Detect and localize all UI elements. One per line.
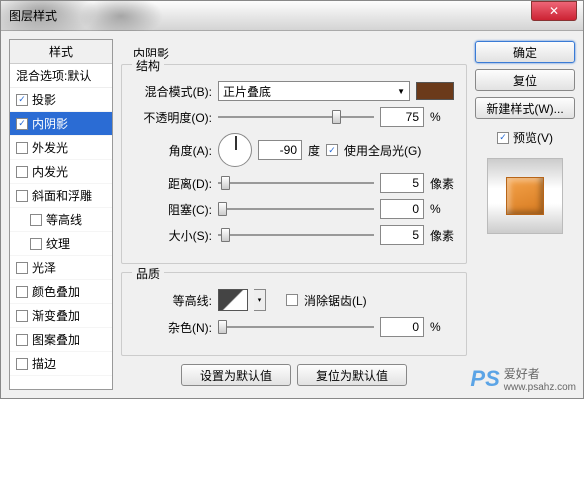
styles-header[interactable]: 样式 [10, 40, 112, 64]
distance-input[interactable] [380, 173, 424, 193]
structure-group: 结构 混合模式(B): 正片叠底 不透明度(O): % 角度(A): 度 [121, 64, 467, 264]
preview-cube-icon [506, 177, 544, 215]
opacity-slider[interactable] [218, 109, 374, 125]
style-item-8[interactable]: 颜色叠加 [10, 280, 112, 304]
style-label: 内阴影 [32, 115, 68, 132]
choke-slider[interactable] [218, 201, 374, 217]
window-title: 图层样式 [9, 7, 57, 24]
style-label: 内发光 [32, 163, 68, 180]
shadow-color-swatch[interactable] [416, 82, 454, 100]
style-checkbox[interactable]: ✓ [16, 118, 28, 130]
opacity-label: 不透明度(O): [134, 109, 212, 126]
style-checkbox[interactable] [16, 166, 28, 178]
choke-input[interactable] [380, 199, 424, 219]
style-item-3[interactable]: 内发光 [10, 160, 112, 184]
style-label: 斜面和浮雕 [32, 187, 92, 204]
quality-legend: 品质 [132, 265, 164, 282]
style-label: 颜色叠加 [32, 283, 80, 300]
antialias-checkbox[interactable] [286, 294, 298, 306]
style-checkbox[interactable] [30, 238, 42, 250]
preview-label: 预览(V) [513, 129, 553, 146]
style-checkbox[interactable] [16, 358, 28, 370]
style-label: 图案叠加 [32, 331, 80, 348]
preview-thumbnail [487, 158, 563, 234]
antialias-label: 消除锯齿(L) [304, 292, 367, 309]
preview-checkbox[interactable]: ✓ [497, 132, 509, 144]
style-checkbox[interactable] [16, 310, 28, 322]
style-checkbox[interactable] [16, 334, 28, 346]
style-item-4[interactable]: 斜面和浮雕 [10, 184, 112, 208]
noise-label: 杂色(N): [134, 319, 212, 336]
style-checkbox[interactable] [16, 142, 28, 154]
action-panel: 确定 复位 新建样式(W)... ✓ 预览(V) [475, 39, 575, 390]
panel-title: 内阴影 [133, 45, 467, 62]
choke-unit: % [430, 202, 454, 216]
size-label: 大小(S): [134, 227, 212, 244]
style-label: 投影 [32, 91, 56, 108]
style-checkbox[interactable] [16, 262, 28, 274]
contour-picker[interactable] [218, 289, 248, 311]
set-default-button[interactable]: 设置为默认值 [181, 364, 291, 386]
layer-style-dialog: 图层样式 ✕ 样式 混合选项:默认 ✓ 投影 ✓ 内阴影外发光内发光斜面和浮雕等高线纹… [0, 0, 584, 399]
watermark: PS 爱好者 www.psahz.com [470, 365, 576, 393]
contour-dropdown-icon[interactable]: ▾ [254, 289, 266, 311]
style-item-9[interactable]: 渐变叠加 [10, 304, 112, 328]
contour-label: 等高线: [134, 292, 212, 309]
styles-list: 样式 混合选项:默认 ✓ 投影 ✓ 内阴影外发光内发光斜面和浮雕等高线纹理光泽颜色叠加… [9, 39, 113, 390]
style-label: 外发光 [32, 139, 68, 156]
style-item-7[interactable]: 光泽 [10, 256, 112, 280]
angle-wheel[interactable] [218, 133, 252, 167]
style-checkbox[interactable]: ✓ [16, 94, 28, 106]
distance-slider[interactable] [218, 175, 374, 191]
close-icon: ✕ [549, 4, 559, 18]
style-checkbox[interactable] [16, 190, 28, 202]
noise-input[interactable] [380, 317, 424, 337]
angle-label: 角度(A): [134, 142, 212, 159]
blend-mode-select[interactable]: 正片叠底 [218, 81, 410, 101]
style-item-5[interactable]: 等高线 [10, 208, 112, 232]
noise-slider[interactable] [218, 319, 374, 335]
global-light-checkbox[interactable]: ✓ [326, 144, 338, 156]
size-input[interactable] [380, 225, 424, 245]
watermark-url: www.psahz.com [504, 382, 576, 393]
dialog-body: 样式 混合选项:默认 ✓ 投影 ✓ 内阴影外发光内发光斜面和浮雕等高线纹理光泽颜色叠加… [1, 31, 583, 398]
style-label: 渐变叠加 [32, 307, 80, 324]
style-item-1[interactable]: ✓ 内阴影 [10, 112, 112, 136]
titlebar[interactable]: 图层样式 ✕ [1, 1, 583, 31]
noise-unit: % [430, 320, 454, 334]
new-style-button[interactable]: 新建样式(W)... [475, 97, 575, 119]
size-slider[interactable] [218, 227, 374, 243]
watermark-text: 爱好者 [504, 365, 576, 382]
style-item-10[interactable]: 图案叠加 [10, 328, 112, 352]
ok-button[interactable]: 确定 [475, 41, 575, 63]
style-item-6[interactable]: 纹理 [10, 232, 112, 256]
quality-group: 品质 等高线: ▾ 消除锯齿(L) 杂色(N): % [121, 272, 467, 356]
reset-default-button[interactable]: 复位为默认值 [297, 364, 407, 386]
distance-unit: 像素 [430, 175, 454, 192]
cancel-button[interactable]: 复位 [475, 69, 575, 91]
close-button[interactable]: ✕ [531, 1, 577, 21]
style-checkbox[interactable] [30, 214, 42, 226]
blend-mode-label: 混合模式(B): [134, 83, 212, 100]
angle-input[interactable] [258, 140, 302, 160]
opacity-input[interactable] [380, 107, 424, 127]
blending-options[interactable]: 混合选项:默认 [10, 64, 112, 88]
style-item-11[interactable]: 描边 [10, 352, 112, 376]
style-label: 等高线 [46, 211, 82, 228]
style-label: 描边 [32, 355, 56, 372]
opacity-unit: % [430, 110, 454, 124]
watermark-logo: PS [470, 366, 499, 392]
style-item-0[interactable]: ✓ 投影 [10, 88, 112, 112]
style-item-2[interactable]: 外发光 [10, 136, 112, 160]
size-unit: 像素 [430, 227, 454, 244]
choke-label: 阻塞(C): [134, 201, 212, 218]
global-light-label: 使用全局光(G) [344, 142, 421, 159]
distance-label: 距离(D): [134, 175, 212, 192]
style-label: 光泽 [32, 259, 56, 276]
angle-unit: 度 [308, 142, 320, 159]
style-checkbox[interactable] [16, 286, 28, 298]
style-label: 纹理 [46, 235, 70, 252]
structure-legend: 结构 [132, 57, 164, 74]
settings-panel: 内阴影 结构 混合模式(B): 正片叠底 不透明度(O): % 角度(A): [119, 39, 469, 390]
